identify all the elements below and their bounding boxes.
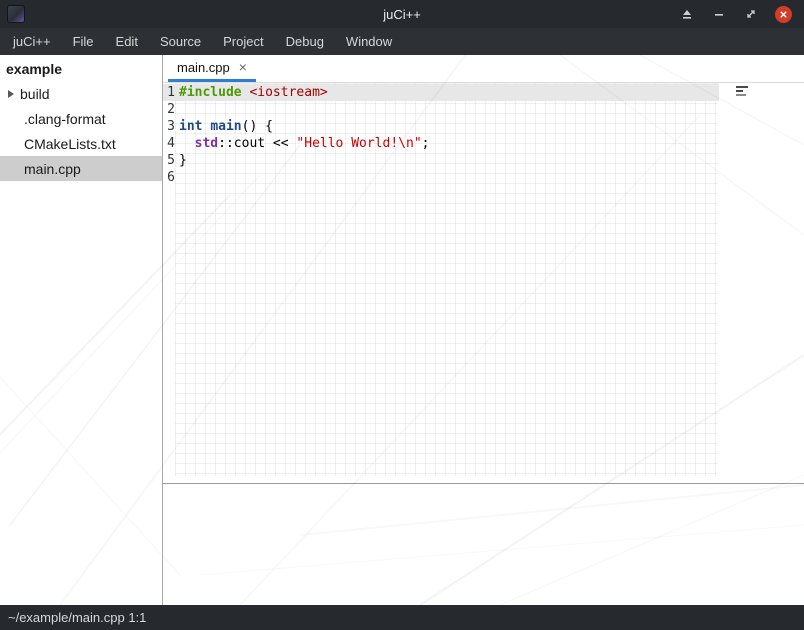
code-text: #include <iostream>	[175, 84, 328, 101]
code-lines: 1#include <iostream>23int main() {4 std:…	[163, 83, 804, 186]
content-area: example build .clang-format CMakeLists.txt…	[0, 55, 804, 605]
project-root-label[interactable]: example	[0, 58, 162, 81]
sidebar-item-main-cpp[interactable]: main.cpp	[0, 156, 162, 181]
eject-icon[interactable]	[679, 6, 695, 22]
tab-main-cpp[interactable]: main.cpp ×	[168, 55, 256, 82]
menu-item-file[interactable]: File	[62, 28, 105, 55]
sidebar-item-clang-format[interactable]: .clang-format	[0, 106, 162, 131]
window-controls	[679, 6, 804, 23]
sidebar-item-build[interactable]: build	[0, 81, 162, 106]
code-text	[175, 169, 179, 186]
file-browser: example build .clang-format CMakeLists.txt…	[0, 55, 163, 605]
line-number: 4	[163, 135, 175, 152]
main-panel: main.cpp × 1#include <iostream>23int main…	[163, 55, 804, 605]
title-bar[interactable]: juCi++	[0, 0, 804, 28]
status-bar: ~/example/main.cpp 1:1	[0, 605, 804, 630]
code-line-5[interactable]: 5}	[163, 152, 719, 169]
minimize-icon[interactable]	[711, 6, 727, 22]
tree-item-label: .clang-format	[24, 111, 106, 127]
tab-bar: main.cpp ×	[163, 55, 804, 83]
tree-item-label: build	[20, 86, 50, 102]
menu-item-window[interactable]: Window	[335, 28, 403, 55]
code-line-2[interactable]: 2	[163, 101, 719, 118]
tree-item-label: main.cpp	[24, 161, 81, 177]
close-icon[interactable]	[775, 6, 792, 23]
code-editor[interactable]: 1#include <iostream>23int main() {4 std:…	[163, 83, 804, 483]
menu-item-edit[interactable]: Edit	[105, 28, 149, 55]
line-number: 2	[163, 101, 175, 118]
code-line-6[interactable]: 6	[163, 169, 719, 186]
code-text: int main() {	[175, 118, 273, 135]
menu-item-debug[interactable]: Debug	[275, 28, 335, 55]
code-line-4[interactable]: 4 std::cout << "Hello World!\n";	[163, 135, 719, 152]
code-text	[175, 101, 179, 118]
sidebar-item-cmakelists-txt[interactable]: CMakeLists.txt	[0, 131, 162, 156]
cursor-location: ~/example/main.cpp 1:1	[8, 610, 146, 625]
line-number: 5	[163, 152, 175, 169]
code-text: std::cout << "Hello World!\n";	[175, 135, 429, 152]
restore-icon[interactable]	[743, 6, 759, 22]
menu-item-source[interactable]: Source	[149, 28, 212, 55]
terminal-panel	[163, 483, 804, 605]
line-number: 6	[163, 169, 175, 186]
minimap[interactable]	[736, 86, 748, 98]
line-number: 3	[163, 118, 175, 135]
file-tree: build .clang-format CMakeLists.txt main.cpp	[0, 81, 162, 181]
code-line-1[interactable]: 1#include <iostream>	[163, 84, 719, 101]
tree-item-label: CMakeLists.txt	[24, 136, 116, 152]
app-window: juCi++ juCi++FileEditSourceProjectDebugW…	[0, 0, 804, 630]
line-number: 1	[163, 84, 175, 101]
tab-label: main.cpp	[177, 60, 230, 75]
menu-bar: juCi++FileEditSourceProjectDebugWindow	[0, 28, 804, 55]
expander-icon[interactable]	[8, 90, 14, 98]
close-tab-icon[interactable]: ×	[239, 60, 247, 74]
menu-item-juci[interactable]: juCi++	[2, 28, 62, 55]
code-text: }	[175, 152, 187, 169]
menu-item-project[interactable]: Project	[212, 28, 274, 55]
code-line-3[interactable]: 3int main() {	[163, 118, 719, 135]
